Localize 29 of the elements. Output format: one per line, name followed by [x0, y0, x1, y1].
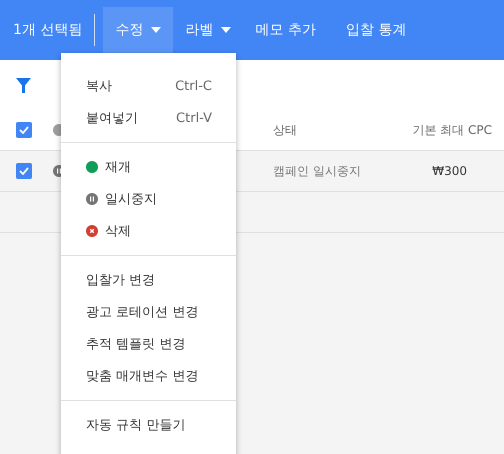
menu-item[interactable]: 광고 로테이션 변경 [61, 296, 236, 328]
toolbar-button[interactable]: 라벨 [173, 6, 244, 54]
menu-item[interactable]: 맞춤 매개변수 변경 [61, 360, 236, 392]
checkbox[interactable] [16, 122, 32, 138]
filter-icon[interactable] [16, 78, 31, 92]
menu-item-label: 일시중지 [105, 191, 157, 208]
menu-item[interactable]: 자동 규칙 만들기 [61, 409, 236, 441]
menu-item[interactable]: 입찰가 변경 [61, 264, 236, 296]
checkmark-icon [19, 167, 29, 175]
menu-item-label: 복사 [86, 78, 112, 95]
menu-item-label: 붙여넣기 [86, 110, 138, 127]
checkmark-icon [19, 126, 29, 134]
menu-item[interactable]: 재개 [61, 151, 236, 183]
menu-item[interactable]: 추적 템플릿 변경 [61, 328, 236, 360]
table-cell: 캠페인 일시중지 [273, 162, 361, 180]
menu-item[interactable]: 삭제 [61, 215, 236, 247]
shortcut-label: Ctrl-C [175, 78, 212, 94]
menu-item[interactable]: 붙여넣기 Ctrl-V [61, 102, 236, 134]
column-header[interactable]: 상태 [273, 122, 297, 138]
shortcut-label: Ctrl-V [176, 110, 212, 126]
toolbar-button[interactable]: 메모 추가 [243, 6, 328, 54]
menu-item[interactable]: 일시중지 [61, 183, 236, 215]
column-header[interactable]: 기본 최대 CPC [412, 122, 492, 138]
checkbox[interactable] [16, 163, 32, 179]
menu-item-label: 재개 [105, 159, 131, 176]
menu-item-label: 삭제 [105, 223, 131, 240]
table-cell: ₩300 [432, 164, 467, 178]
toolbar-button[interactable]: 입찰 통계 [334, 6, 418, 54]
selection-count: 1개 선택됨 [13, 21, 84, 39]
